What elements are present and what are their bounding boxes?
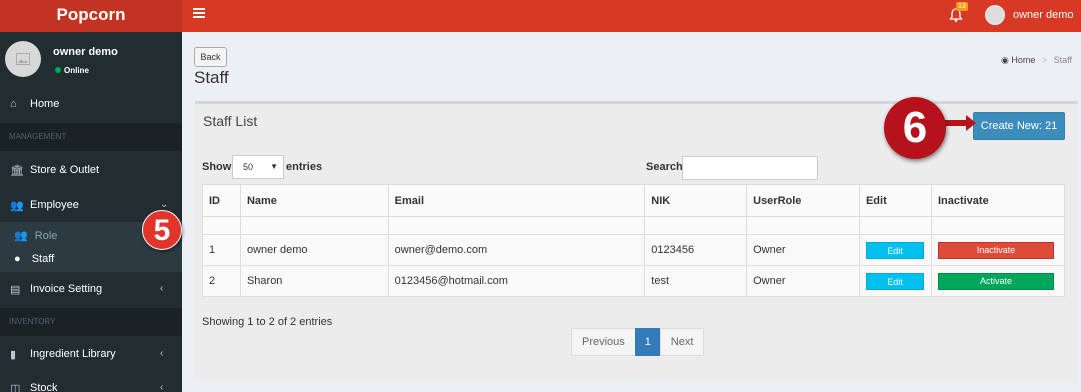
home-icon: ⌂ <box>10 98 17 110</box>
breadcrumb: ◉ Home > Staff <box>1000 55 1072 65</box>
table-row: 1 owner demo owner@demo.com 0123456 Owne… <box>202 234 1066 266</box>
sidebar-item-staff[interactable]: ● Staff <box>14 253 54 265</box>
database-icon: ◫ <box>10 383 21 392</box>
column-header[interactable]: UserRole <box>746 184 860 217</box>
money-icon: ▤ <box>10 284 21 296</box>
edit-button[interactable]: Edit <box>865 272 924 290</box>
table-header-row: ID Name Email NIK UserRole Edit Inactiva… <box>202 184 1066 217</box>
cell-nik: 0123456 <box>644 234 748 266</box>
cell-email: owner@demo.com <box>387 234 646 266</box>
page-size-select[interactable]: 50 ▼ <box>232 155 284 179</box>
online-status: Online <box>55 66 89 75</box>
step-marker-6: 6 <box>884 97 946 159</box>
column-header[interactable]: ID <box>202 184 241 217</box>
dashboard-icon: ◉ <box>1000 55 1009 65</box>
pagination: Previous 1 Next <box>571 328 705 356</box>
brand-logo[interactable]: Popcorn <box>0 0 182 32</box>
page-title: Staff <box>194 68 229 87</box>
search-label: Search: <box>646 161 687 173</box>
chevron-down-icon: ⌄ <box>160 199 169 210</box>
staff-table: ID Name Email NIK UserRole Edit Inactiva… <box>202 184 1066 297</box>
chevron-left-icon: ‹ <box>160 382 164 392</box>
status-dot-icon <box>55 67 61 73</box>
chevron-left-icon: ‹ <box>160 283 164 294</box>
column-header[interactable]: Email <box>387 184 646 217</box>
cell-email: 0123456@hotmail.com <box>387 265 646 297</box>
top-navbar: Popcorn 13 owner demo <box>0 0 1081 32</box>
book-icon: ▮ <box>10 349 17 361</box>
user-panel: owner demo Online <box>0 32 182 88</box>
back-button[interactable]: Back <box>194 47 227 67</box>
box-title: Staff List <box>203 113 258 129</box>
users-icon: 👥 <box>14 230 28 242</box>
page-1-button[interactable]: 1 <box>634 328 661 356</box>
avatar <box>5 41 41 77</box>
cell-role: Owner <box>746 234 860 266</box>
notification-badge: 13 <box>956 2 968 11</box>
cell-edit: Edit <box>858 265 932 297</box>
sidebar-user-name: owner demo <box>53 46 118 58</box>
cell-nik: test <box>644 265 748 297</box>
column-header[interactable]: NIK <box>644 184 748 217</box>
next-button[interactable]: Next <box>659 328 705 356</box>
inactivate-button[interactable]: Inactivate <box>937 241 1054 259</box>
cell-action: Inactivate <box>930 234 1066 266</box>
menu-toggle-icon[interactable] <box>193 8 205 20</box>
caret-down-icon: ▼ <box>270 162 278 171</box>
activate-button[interactable]: Activate <box>937 272 1054 290</box>
entries-label: entries <box>286 161 323 173</box>
cell-name: Sharon <box>239 265 389 297</box>
create-new-button[interactable]: Create New: 21 <box>973 112 1065 140</box>
cell-name: owner demo <box>239 234 389 266</box>
users-icon: 👥 <box>10 200 24 212</box>
user-icon: ● <box>14 253 21 265</box>
image-placeholder-icon <box>16 53 30 65</box>
sidebar-item-role[interactable]: 👥 Role <box>14 229 57 242</box>
table-row: 2 Sharon 0123456@hotmail.com test Owner … <box>202 265 1066 297</box>
staff-list-box: Staff List Create New: 21 Show 50 ▼ entri… <box>195 101 1078 381</box>
section-header-management: MANAGEMENT <box>0 123 182 151</box>
show-label: Show <box>202 161 232 173</box>
search-input[interactable] <box>682 156 818 180</box>
cell-id: 1 <box>202 234 241 266</box>
chevron-left-icon: ‹ <box>160 348 164 359</box>
table-info: Showing 1 to 2 of 2 entries <box>202 316 333 328</box>
breadcrumb-current: Staff <box>1053 55 1072 65</box>
step-marker-5: 5 <box>142 210 182 250</box>
breadcrumb-home[interactable]: Home <box>1011 55 1035 65</box>
column-header[interactable]: Edit <box>858 184 932 217</box>
bank-icon: 🏛 <box>10 165 24 177</box>
cell-edit: Edit <box>858 234 932 266</box>
user-avatar-small[interactable] <box>985 5 1005 25</box>
column-header[interactable]: Inactivate <box>930 184 1066 217</box>
cell-action: Activate <box>930 265 1066 297</box>
column-header[interactable]: Name <box>239 184 389 217</box>
section-header-inventory: INVENTORY <box>0 308 182 336</box>
top-user-name[interactable]: owner demo <box>1013 9 1074 21</box>
previous-button[interactable]: Previous <box>571 328 636 356</box>
edit-button[interactable]: Edit <box>865 241 924 259</box>
filter-row <box>202 216 1066 235</box>
cell-role: Owner <box>746 265 860 297</box>
cell-id: 2 <box>202 265 241 297</box>
